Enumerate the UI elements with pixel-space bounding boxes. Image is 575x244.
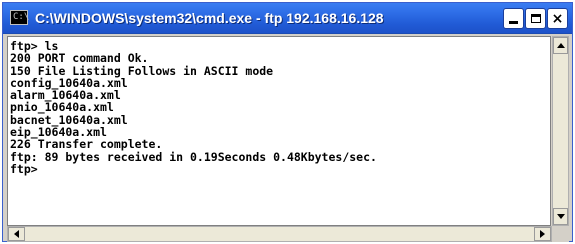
cmd-icon[interactable]: C:\ bbox=[10, 10, 30, 25]
horizontal-scrollbar[interactable] bbox=[7, 226, 552, 242]
close-icon: × bbox=[551, 10, 564, 27]
console-output[interactable]: ftp> ls 200 PORT command Ok. 150 File Li… bbox=[7, 36, 551, 226]
scroll-up-button[interactable] bbox=[553, 37, 568, 54]
maximize-button[interactable] bbox=[525, 8, 546, 29]
arrow-right-icon bbox=[540, 230, 545, 238]
arrow-up-icon bbox=[556, 43, 565, 48]
console-line: ftp> bbox=[10, 161, 38, 176]
size-grip[interactable] bbox=[552, 226, 569, 242]
console-text: ftp> ls 200 PORT command Ok. 150 File Li… bbox=[8, 37, 550, 175]
console-line: ftp: 89 bytes received in 0.19Seconds 0.… bbox=[10, 149, 377, 164]
cmd-icon-text: C:\ bbox=[13, 12, 30, 22]
scroll-right-button[interactable] bbox=[534, 227, 551, 241]
scroll-left-button[interactable] bbox=[8, 227, 25, 241]
maximize-icon bbox=[530, 14, 541, 23]
close-button[interactable]: × bbox=[547, 8, 568, 29]
arrow-down-icon bbox=[556, 214, 565, 219]
scroll-down-button[interactable] bbox=[553, 208, 568, 225]
vertical-scrollbar[interactable] bbox=[552, 36, 569, 226]
cmd-window: C:\ C:\WINDOWS\system32\cmd.exe - ftp 19… bbox=[2, 2, 573, 242]
minimize-button[interactable] bbox=[503, 8, 524, 29]
window-title: C:\WINDOWS\system32\cmd.exe - ftp 192.16… bbox=[35, 10, 384, 26]
title-bar[interactable]: C:\ C:\WINDOWS\system32\cmd.exe - ftp 19… bbox=[3, 3, 572, 34]
minimize-icon bbox=[509, 21, 518, 24]
arrow-left-icon bbox=[14, 230, 19, 238]
